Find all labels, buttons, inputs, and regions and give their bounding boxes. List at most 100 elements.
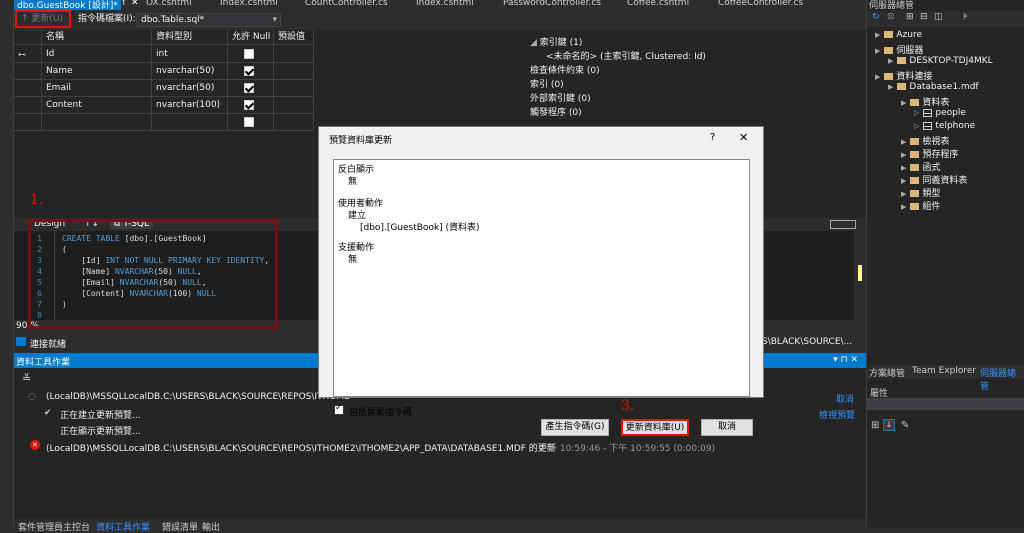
tab-index[interactable]: Index.cshtml	[220, 0, 278, 8]
check-constraints-node[interactable]: 檢查條件約束 (0)	[530, 63, 600, 76]
allow-null-checkbox[interactable]	[244, 100, 254, 110]
tab-solution-explorer[interactable]: 方案總管	[869, 366, 905, 379]
table-row[interactable]: Content nvarchar(100)	[14, 97, 314, 114]
expand-triangle-icon[interactable]: ▶	[901, 190, 906, 198]
grid-header-name[interactable]: 名稱	[42, 30, 152, 45]
property-pages-icon[interactable]: ✎	[901, 420, 909, 431]
table-row[interactable]	[14, 114, 314, 131]
alphabetical-icon[interactable]: ↓	[883, 419, 895, 431]
tree-node[interactable]: ▶ 伺服器	[875, 43, 923, 56]
cell-name[interactable]: Name	[42, 63, 152, 80]
table-row[interactable]: Name nvarchar(50)	[14, 63, 314, 80]
tree-node[interactable]: ▷ telphone	[914, 121, 975, 131]
cell-name[interactable]: Content	[42, 97, 152, 114]
categorized-icon[interactable]: ⊞	[871, 420, 879, 431]
tab-package-console[interactable]: 套件管理員主控台	[18, 520, 90, 533]
tree-node[interactable]: ▶ 函式	[901, 160, 940, 173]
foreign-keys-node[interactable]: 外部索引鍵 (0)	[530, 91, 591, 104]
properties-object-bar[interactable]	[867, 398, 1024, 410]
tab-close-icon[interactable]: ✕	[131, 0, 139, 8]
tab-error-list[interactable]: 錯誤清單	[162, 520, 198, 533]
expand-triangle-icon[interactable]: ▷	[914, 109, 919, 117]
update-button[interactable]: ↑ 更新(U)	[15, 10, 71, 28]
row-selector[interactable]	[14, 114, 42, 131]
expand-triangle-icon[interactable]: ▶	[901, 99, 906, 107]
allow-null-checkbox[interactable]	[244, 49, 254, 59]
expand-triangle-icon[interactable]: ▶	[901, 164, 906, 172]
row-selector[interactable]	[14, 80, 42, 97]
tree-node[interactable]: ▶ Database1.mdf	[888, 82, 979, 92]
tree-node[interactable]: ▶ 類型	[901, 186, 940, 199]
cell-default[interactable]	[274, 114, 314, 131]
grid-header-type[interactable]: 資料型別	[152, 30, 228, 45]
tab-data-tools[interactable]: 資料工具作業	[96, 520, 150, 533]
expand-triangle-icon[interactable]: ▶	[875, 31, 880, 39]
cancel-button[interactable]: 取消	[701, 419, 753, 436]
grid-header-nullable[interactable]: 允許 Null	[228, 30, 274, 45]
stop-icon[interactable]: ⊠	[887, 12, 895, 22]
tab-guestbook-design[interactable]: dbo.GuestBook [設計]*	[14, 0, 121, 10]
expand-triangle-icon[interactable]: ▶	[901, 151, 906, 159]
tree-node[interactable]: ▶ 資料表	[901, 95, 949, 108]
allow-null-checkbox[interactable]	[244, 117, 254, 127]
cell-name[interactable]	[42, 114, 152, 131]
tree-node[interactable]: ▶ 檢視表	[901, 134, 949, 147]
indexes-node[interactable]: 索引 (0)	[530, 77, 564, 90]
expand-triangle-icon[interactable]: ▶	[901, 138, 906, 146]
tab-coffeecontroller[interactable]: CoffeeController.cs	[718, 0, 803, 8]
connect-server-icon[interactable]: ⊟	[920, 12, 928, 22]
cancel-op-link[interactable]: 取消	[836, 392, 854, 405]
tab-passwordcontroller[interactable]: PasswordController.cs	[503, 0, 601, 8]
expand-triangle-icon[interactable]: ▶	[888, 57, 893, 65]
grid-header-default[interactable]: 預設值	[274, 30, 314, 45]
cell-name[interactable]: Id	[42, 46, 152, 63]
view-preview-link[interactable]: 檢視預覽	[819, 408, 855, 421]
cell-name[interactable]: Email	[42, 80, 152, 97]
table-row[interactable]: Email nvarchar(50)	[14, 80, 314, 97]
tab-coffee[interactable]: Coffee.cshtml	[627, 0, 689, 8]
update-database-button[interactable]: 更新資料庫(U)	[621, 419, 689, 436]
refresh-icon[interactable]: ↻	[872, 12, 880, 22]
table-row[interactable]: ⊷ Id int	[14, 46, 314, 63]
tab-index-2[interactable]: Index.cshtml	[416, 0, 474, 8]
tree-node[interactable]: ▶ 組件	[901, 199, 940, 212]
tab-pin-icon[interactable]: ↑	[120, 0, 128, 8]
cell-type[interactable]: nvarchar(100)	[152, 97, 228, 114]
expand-triangle-icon[interactable]: ▶	[901, 203, 906, 211]
tree-node[interactable]: ▶ DESKTOP-TDJ4MKL	[888, 56, 993, 66]
tree-node[interactable]: ▶ 預存程序	[901, 147, 958, 160]
generate-script-button[interactable]: 產生指令碼(G)	[541, 419, 609, 436]
tree-node[interactable]: ▶ 同義資料表	[901, 173, 967, 186]
keys-node[interactable]: ◢ 索引鍵 (1)	[530, 35, 582, 48]
row-selector[interactable]	[14, 63, 42, 80]
tree-node[interactable]: ▷ people	[914, 108, 966, 118]
tab-ox[interactable]: OX.cshtml	[146, 0, 192, 8]
cell-default[interactable]	[274, 97, 314, 114]
panel-pin-close-icons[interactable]: ▾ ⊓ ✕	[833, 355, 858, 365]
dialog-close-button[interactable]: ✕	[739, 131, 748, 144]
cell-default[interactable]	[274, 63, 314, 80]
row-selector[interactable]	[14, 97, 42, 114]
cell-type[interactable]: int	[152, 46, 228, 63]
primary-key-row[interactable]: <未命名的> (主索引鍵, Clustered: Id)	[546, 49, 706, 62]
expand-triangle-icon[interactable]: ▷	[914, 122, 919, 130]
triggers-node[interactable]: 觸發程序 (0)	[530, 105, 582, 118]
cell-type[interactable]	[152, 114, 228, 131]
expand-triangle-icon[interactable]: ▶	[888, 83, 893, 91]
allow-null-checkbox[interactable]	[244, 83, 254, 93]
allow-null-checkbox[interactable]	[244, 66, 254, 76]
include-script-checkbox[interactable]: ✓	[334, 403, 344, 415]
expand-triangle-icon[interactable]: ▶	[875, 73, 880, 81]
help-button[interactable]: ?	[710, 132, 715, 143]
tree-node[interactable]: ▶ Azure	[875, 30, 922, 40]
vertical-scrollbar[interactable]	[854, 231, 866, 320]
tab-output[interactable]: 輸出	[202, 520, 220, 533]
split-view-icon[interactable]	[830, 220, 856, 229]
cell-default[interactable]	[274, 80, 314, 97]
cell-type[interactable]: nvarchar(50)	[152, 63, 228, 80]
tab-server-explorer[interactable]: 伺服器總管	[980, 366, 1024, 392]
azure-icon[interactable]: ◫	[934, 12, 943, 22]
cell-default[interactable]	[274, 46, 314, 63]
script-file-dropdown[interactable]: dbo.Table.sql* ▾	[136, 13, 281, 27]
tab-team-explorer[interactable]: Team Explorer	[912, 366, 976, 376]
